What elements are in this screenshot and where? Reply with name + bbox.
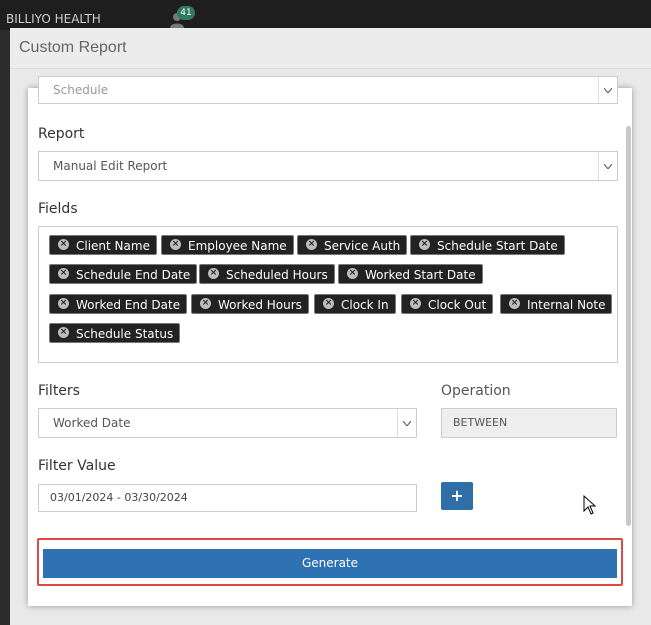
remove-icon[interactable]: × — [306, 239, 317, 250]
remove-icon[interactable]: × — [58, 268, 69, 279]
chevron-down-icon — [598, 77, 617, 103]
remove-icon[interactable]: × — [509, 298, 520, 309]
filters-select-value: Worked Date — [53, 416, 131, 430]
field-chip[interactable]: × Employee Name — [161, 235, 294, 255]
operation-label: Operation — [441, 383, 511, 399]
operation-value: BETWEEN — [453, 416, 508, 429]
field-chip[interactable]: × Service Auth — [297, 235, 408, 255]
remove-icon[interactable]: × — [347, 268, 358, 279]
fields-label: Fields — [38, 201, 78, 217]
operation-field: BETWEEN — [441, 408, 617, 438]
fields-multiselect[interactable]: × Client Name × Employee Name × Service Aut… — [38, 226, 618, 363]
remove-icon[interactable]: × — [170, 239, 181, 250]
field-chip[interactable]: × Scheduled Hours — [199, 264, 335, 284]
remove-icon[interactable]: × — [419, 239, 430, 250]
mouse-cursor-icon — [583, 495, 597, 515]
chevron-down-icon — [397, 409, 416, 437]
add-filter-button[interactable]: + — [441, 482, 473, 510]
remove-icon[interactable]: × — [58, 239, 69, 250]
modal-title: Custom Report — [19, 39, 127, 56]
chevron-down-icon — [598, 152, 617, 180]
report-form-panel: Schedule Report Manual Edit Report Field… — [28, 76, 632, 606]
field-chip[interactable]: × Worked End Date — [49, 294, 188, 314]
brand-logo-text[interactable]: BILLIYO HEALTH — [6, 12, 101, 26]
report-label: Report — [38, 126, 85, 142]
filters-label: Filters — [38, 383, 80, 399]
filter-value-label: Filter Value — [38, 458, 116, 474]
field-chip[interactable]: × Internal Note — [500, 294, 613, 314]
modal-header: Custom Report — [10, 28, 651, 69]
remove-icon[interactable]: × — [58, 298, 69, 309]
report-select[interactable]: Manual Edit Report — [38, 151, 618, 181]
field-chip[interactable]: × Worked Hours — [191, 294, 309, 314]
category-select[interactable]: Schedule — [38, 76, 618, 104]
field-chip[interactable]: × Client Name — [49, 235, 157, 255]
category-select-value: Schedule — [53, 83, 109, 97]
report-select-value: Manual Edit Report — [53, 159, 168, 173]
remove-icon[interactable]: × — [323, 298, 334, 309]
field-chip[interactable]: × Schedule Start Date — [410, 235, 565, 255]
field-chip[interactable]: × Clock Out — [401, 294, 494, 314]
remove-icon[interactable]: × — [410, 298, 421, 309]
field-chip[interactable]: × Schedule Status — [49, 323, 181, 343]
field-chip[interactable]: × Worked Start Date — [338, 264, 483, 284]
field-chip[interactable]: × Clock In — [314, 294, 396, 314]
filters-select[interactable]: Worked Date — [38, 408, 417, 438]
generate-highlight: Generate — [37, 538, 623, 586]
notification-badge: 41 — [177, 6, 195, 20]
remove-icon[interactable]: × — [200, 298, 211, 309]
remove-icon[interactable]: × — [208, 268, 219, 279]
generate-button[interactable]: Generate — [43, 549, 617, 578]
top-bar: BILLIYO HEALTH 41 — [0, 0, 651, 30]
filter-value-text: 03/01/2024 - 03/30/2024 — [50, 491, 188, 504]
panel-scrollbar[interactable] — [626, 126, 631, 526]
field-chip[interactable]: × Schedule End Date — [49, 264, 198, 284]
filter-value-input[interactable]: 03/01/2024 - 03/30/2024 — [38, 484, 417, 512]
remove-icon[interactable]: × — [58, 327, 69, 338]
